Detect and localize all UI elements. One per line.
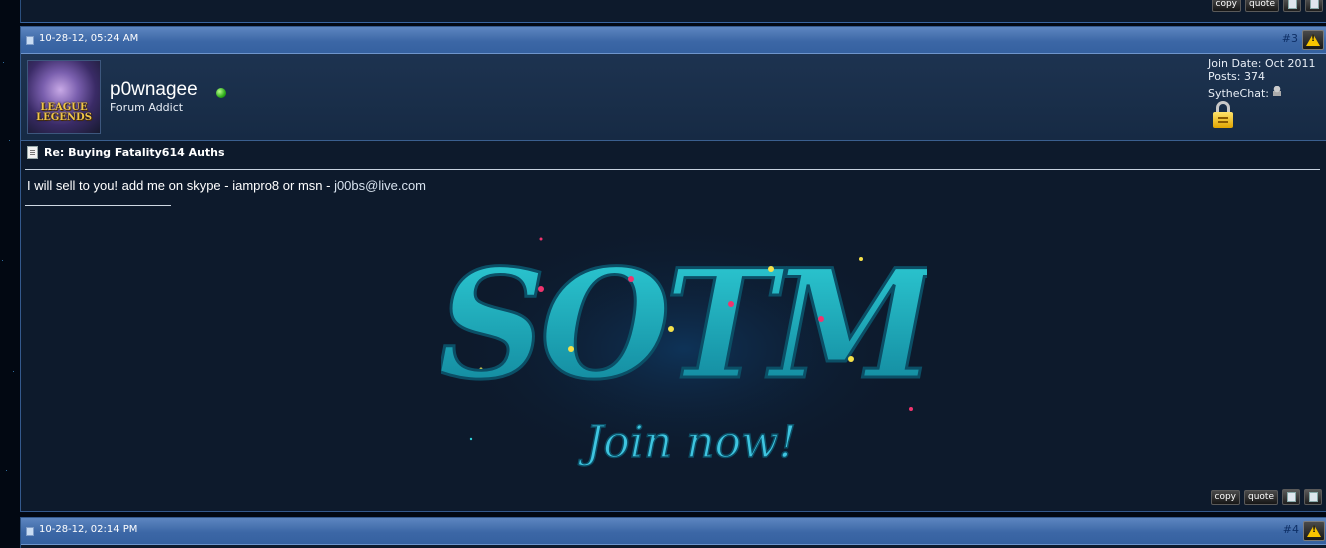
avatar[interactable]: LEAGUE LEGENDS <box>27 60 101 134</box>
message-email: j00bs@live.com <box>334 178 427 193</box>
signature-big-text: SOTM <box>441 237 927 413</box>
post-number-link[interactable]: #3 <box>1282 32 1298 45</box>
post-title-row: Re: Buying Fatality614 Auths <box>27 146 225 159</box>
post-count: Posts: 374 <box>1208 70 1265 83</box>
multiquote-icon[interactable] <box>1282 489 1300 505</box>
avatar-logo-text: LEAGUE LEGENDS <box>36 102 92 123</box>
sythechat-label: SytheChat: <box>1208 87 1269 100</box>
multiquote-icon[interactable] <box>1283 0 1301 12</box>
quote-button[interactable]: quote <box>1245 0 1279 12</box>
post-date: 10-28-12, 02:14 PM <box>39 524 138 535</box>
message-text: I will sell to you! add me on skype - ia… <box>27 178 335 193</box>
user-info-bar: LEAGUE LEGENDS p0wnagee Forum Addict Joi… <box>21 54 1326 141</box>
post-date-icon <box>26 36 34 45</box>
post-3: 10-28-12, 05:24 AM #3 LEAGUE LEGENDS p0w… <box>20 26 1326 512</box>
quote-button[interactable]: quote <box>1244 489 1278 505</box>
username-link[interactable]: p0wnagee <box>110 79 198 101</box>
copy-button[interactable]: copy <box>1211 0 1241 12</box>
post-header: 10-28-12, 02:14 PM #4 <box>21 518 1326 545</box>
join-date: Join Date: Oct 2011 <box>1208 57 1316 70</box>
edit-icon[interactable] <box>1305 0 1323 12</box>
post-page-icon <box>27 146 38 159</box>
report-post-warning-icon[interactable] <box>1302 30 1324 50</box>
signature-join-text: Join now! <box>578 417 797 468</box>
post-date: 10-28-12, 05:24 AM <box>39 33 139 44</box>
previous-post-footer: copy quote <box>20 0 1326 23</box>
post-title: Re: Buying Fatality614 Auths <box>44 146 225 159</box>
post-date-icon <box>26 527 34 536</box>
post-number-link[interactable]: #4 <box>1283 523 1299 536</box>
signature-divider <box>25 205 171 206</box>
post-message: I will sell to you! add me on skype - ia… <box>27 178 426 193</box>
title-divider <box>25 169 1320 170</box>
lock-icon <box>1213 101 1233 129</box>
online-status-icon <box>216 88 226 98</box>
report-post-warning-icon[interactable] <box>1303 521 1325 541</box>
chat-user-icon[interactable] <box>1272 86 1281 96</box>
user-stats: Join Date: Oct 2011 Posts: 374 SytheChat… <box>1208 57 1316 100</box>
post-header: 10-28-12, 05:24 AM #3 <box>21 27 1326 54</box>
background-starfield <box>0 0 20 547</box>
sythechat-row: SytheChat: <box>1208 86 1316 100</box>
post-actions: copy quote <box>1210 489 1322 505</box>
user-title: Forum Addict <box>110 101 184 114</box>
edit-icon[interactable] <box>1304 489 1322 505</box>
previous-post-actions: copy quote <box>1211 0 1323 12</box>
copy-button[interactable]: copy <box>1210 489 1240 505</box>
signature-banner-image: SOTM Join now! <box>441 219 927 479</box>
post-4: 10-28-12, 02:14 PM #4 <box>20 517 1326 548</box>
